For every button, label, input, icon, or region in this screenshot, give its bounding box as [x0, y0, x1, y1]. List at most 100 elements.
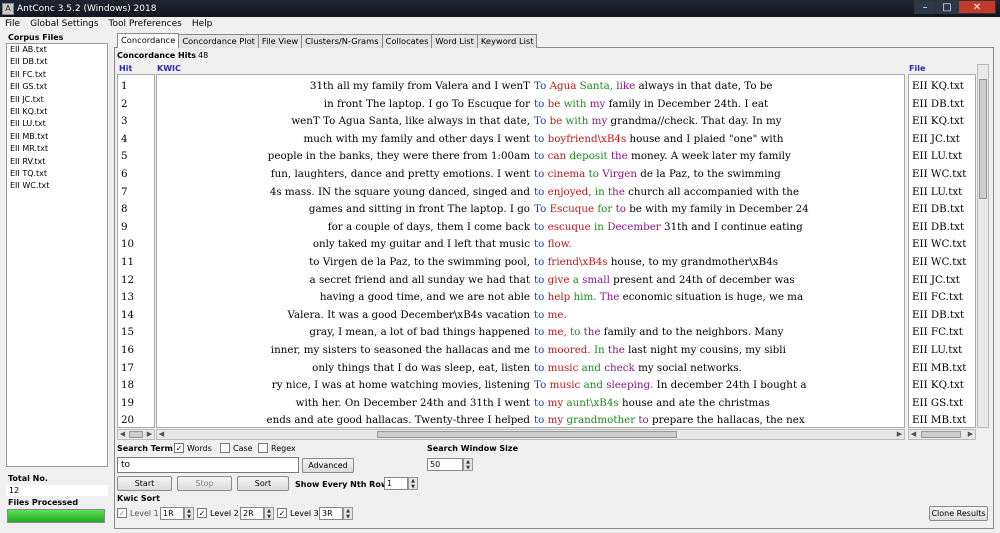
hit-number[interactable]: 9: [121, 219, 128, 237]
minimize-icon[interactable]: –: [914, 0, 936, 14]
file-name[interactable]: EII WC.txt: [912, 166, 966, 184]
kwic-row[interactable]: a secret friend and all sunday we had th…: [157, 272, 904, 290]
kwic-row[interactable]: 31th all my family from Valera and I wen…: [157, 78, 904, 96]
check-icon[interactable]: ✓: [277, 508, 287, 518]
tab-collocates[interactable]: Collocates: [381, 34, 433, 48]
hit-number[interactable]: 15: [121, 324, 134, 342]
corpus-file-item[interactable]: EII DB.txt: [7, 56, 107, 68]
corpus-file-list[interactable]: EII AB.txt EII DB.txt EII FC.txt EII GS.txt…: [6, 43, 108, 467]
kwic-row[interactable]: Valera. It was a good December\xB4s vaca…: [157, 307, 904, 325]
kwic-row[interactable]: inner, my sisters to seasoned the hallac…: [157, 342, 904, 360]
clone-results-button[interactable]: Clone Results: [929, 506, 988, 521]
kwic-row[interactable]: for a couple of days, them I come back to…: [157, 219, 904, 237]
scrollbar-thumb[interactable]: [129, 431, 143, 438]
hit-number[interactable]: 7: [121, 184, 128, 202]
results-vertical-scrollbar[interactable]: [977, 64, 989, 428]
file-name[interactable]: EII LU.txt: [912, 148, 962, 166]
corpus-file-item[interactable]: EII JC.txt: [7, 94, 107, 106]
corpus-file-item[interactable]: EII TQ.txt: [7, 168, 107, 180]
file-name[interactable]: EII KQ.txt: [912, 78, 964, 96]
file-name[interactable]: EII FC.txt: [912, 289, 963, 307]
file-name[interactable]: EII GS.txt: [912, 395, 963, 413]
corpus-file-item[interactable]: EII MB.txt: [7, 131, 107, 143]
kwic-row[interactable]: gray, I mean, a lot of bad things happen…: [157, 324, 904, 342]
hit-column[interactable]: 1 2 3 4 5 6 7 8 9 10 11 12 13 14 15 16 17 18 19 20: [117, 74, 155, 428]
spinner-arrows-icon[interactable]: ▲ ▼: [184, 507, 194, 520]
file-name[interactable]: EII LU.txt: [912, 342, 962, 360]
corpus-file-item[interactable]: EII RV.txt: [7, 156, 107, 168]
case-checkbox[interactable]: Case: [220, 443, 253, 453]
scroll-left-icon[interactable]: ◀: [157, 430, 166, 439]
level-1-input[interactable]: 1R: [160, 507, 184, 520]
file-name[interactable]: EII DB.txt: [912, 219, 964, 237]
corpus-file-item[interactable]: EII GS.txt: [7, 81, 107, 93]
scroll-right-icon[interactable]: ▶: [145, 430, 154, 439]
sort-level-1[interactable]: ✓ Level 1: [117, 508, 159, 518]
check-icon[interactable]: ✓: [117, 508, 127, 518]
search-window-size-input[interactable]: 50: [427, 458, 463, 471]
spinner-arrows-icon[interactable]: ▲ ▼: [463, 458, 473, 471]
hit-number[interactable]: 10: [121, 236, 134, 254]
file-name[interactable]: EII DB.txt: [912, 307, 964, 325]
hit-number[interactable]: 6: [121, 166, 128, 184]
menu-global-settings[interactable]: Global Settings: [25, 19, 103, 29]
search-term-input[interactable]: to: [117, 457, 299, 473]
hit-number[interactable]: 16: [121, 342, 134, 360]
hit-number[interactable]: 20: [121, 412, 134, 430]
menu-tool-preferences[interactable]: Tool Preferences: [104, 19, 187, 29]
checkbox-box[interactable]: [220, 443, 230, 453]
kwic-row[interactable]: to Virgen de la Paz, to the swimming poo…: [157, 254, 904, 272]
file-name[interactable]: EII JC.txt: [912, 131, 960, 149]
kwic-row[interactable]: wenT To Agua Santa, like always in that …: [157, 113, 904, 131]
scroll-left-icon[interactable]: ◀: [909, 430, 918, 439]
kwic-row[interactable]: only things that I do was sleep, eat, li…: [157, 360, 904, 378]
corpus-file-item[interactable]: EII LU.txt: [7, 118, 107, 130]
file-name[interactable]: EII DB.txt: [912, 201, 964, 219]
file-name[interactable]: EII JC.txt: [912, 272, 960, 290]
scrollbar-thumb[interactable]: [921, 431, 961, 438]
corpus-file-item[interactable]: EII AB.txt: [7, 44, 107, 56]
spinner-arrows-icon[interactable]: ▲ ▼: [264, 507, 274, 520]
sort-button[interactable]: Sort: [237, 476, 289, 491]
column-header-file[interactable]: File: [909, 64, 925, 73]
sort-level-2[interactable]: ✓ Level 2: [197, 508, 239, 518]
hit-number[interactable]: 1: [121, 78, 128, 96]
kwic-row[interactable]: much with my family and other days I wen…: [157, 131, 904, 149]
words-checkbox[interactable]: ✓ Words: [174, 443, 212, 453]
hit-number[interactable]: 3: [121, 113, 128, 131]
kwic-row[interactable]: games and sitting in front The laptop. I…: [157, 201, 904, 219]
nth-row-input[interactable]: 1: [384, 477, 408, 490]
column-header-kwic[interactable]: KWIC: [157, 64, 181, 73]
kwic-row[interactable]: fun, laughters, dance and pretty emotion…: [157, 166, 904, 184]
file-name[interactable]: EII WC.txt: [912, 236, 966, 254]
file-name[interactable]: EII DB.txt: [912, 96, 964, 114]
hit-number[interactable]: 5: [121, 148, 128, 166]
level-2-input[interactable]: 2R: [240, 507, 264, 520]
kwic-horizontal-scrollbar[interactable]: ◀ ▶: [156, 429, 905, 440]
hit-number[interactable]: 11: [121, 254, 134, 272]
advanced-button[interactable]: Advanced: [302, 458, 354, 473]
kwic-row[interactable]: with her. On December 24th and 31th I we…: [157, 395, 904, 413]
kwic-column[interactable]: 31th all my family from Valera and I wen…: [156, 74, 905, 428]
kwic-row[interactable]: in front The laptop. I go To Escuque for…: [157, 96, 904, 114]
spinner-arrows-icon[interactable]: ▲ ▼: [343, 507, 353, 520]
level-3-input[interactable]: 3R: [319, 507, 343, 520]
kwic-row[interactable]: ends and ate good hallacas. Twenty-three…: [157, 412, 904, 427]
tab-keyword-list[interactable]: Keyword List: [476, 34, 538, 48]
file-column[interactable]: EII KQ.txt EII DB.txt EII KQ.txt EII JC.txt…: [908, 74, 976, 428]
hit-number[interactable]: 17: [121, 360, 134, 378]
kwic-row[interactable]: ry nice, I was at home watching movies, …: [157, 377, 904, 395]
stop-button[interactable]: Stop: [177, 476, 232, 491]
hit-number[interactable]: 13: [121, 289, 134, 307]
kwic-row[interactable]: having a good time, and we are not able t…: [157, 289, 904, 307]
scrollbar-thumb[interactable]: [377, 431, 677, 438]
corpus-file-item[interactable]: EII FC.txt: [7, 69, 107, 81]
menu-file[interactable]: File: [0, 19, 25, 29]
check-icon[interactable]: ✓: [174, 443, 184, 453]
checkbox-box[interactable]: [258, 443, 268, 453]
sort-level-3[interactable]: ✓ Level 3: [277, 508, 319, 518]
tab-concordance[interactable]: Concordance: [117, 33, 180, 48]
kwic-row[interactable]: only taked my guitar and I left that mus…: [157, 236, 904, 254]
column-header-hit[interactable]: Hit: [119, 64, 132, 73]
file-name[interactable]: EII MB.txt: [912, 412, 966, 430]
